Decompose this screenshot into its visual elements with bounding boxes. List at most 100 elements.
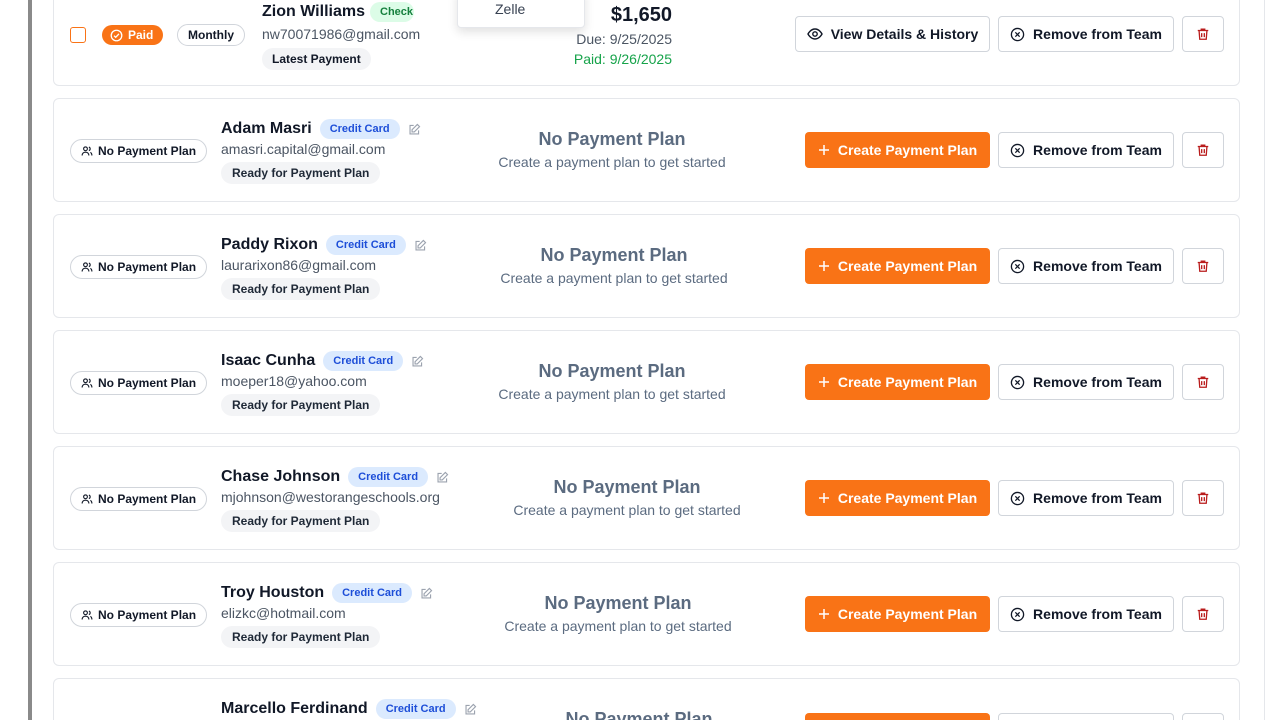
delete-button[interactable] [1182,16,1224,52]
no-plan-badge: No Payment Plan [70,603,208,627]
remove-label: Remove from Team [1033,490,1162,506]
remove-from-team-button[interactable]: Remove from Team [998,16,1174,52]
player-email: laurarixon86@gmail.com [221,257,377,273]
remove-from-team-button[interactable]: Remove from Team [998,480,1174,516]
player-name: Zion Williams [262,3,365,20]
users-icon [81,261,93,273]
remove-label: Remove from Team [1033,606,1162,622]
edit-icon[interactable] [408,123,421,136]
payment-method-badge: Credit Card [323,351,404,371]
users-icon [81,493,93,505]
no-plan-title: No Payment Plan [538,361,686,381]
no-plan-title: No Payment Plan [553,477,701,497]
edit-icon[interactable] [411,355,424,368]
scrollbar-track[interactable] [1264,0,1280,720]
view-details-button[interactable]: View Details & History [795,16,990,52]
no-plan-message: No Payment Plan Create a payment plan to… [469,245,759,286]
player-card: No Payment Plan Chase Johnson Credit Car… [53,446,1240,550]
payment-method-dropdown: Zelle [457,0,585,28]
no-plan-badge-label: No Payment Plan [98,608,197,622]
no-plan-badge-label: No Payment Plan [98,260,197,274]
no-plan-message: No Payment Plan Create a payment plan to… [473,593,763,634]
x-circle-icon [1010,375,1025,390]
remove-from-team-button[interactable]: Remove from Team [998,132,1174,168]
dropdown-option-zelle[interactable]: Zelle [495,1,525,17]
delete-button[interactable] [1182,132,1224,168]
payment-method-badge: Credit Card [319,119,400,139]
player-card: No Payment Plan Paddy Rixon Credit Card … [53,214,1240,318]
paid-status-badge: Paid [102,25,164,45]
trash-icon [1196,259,1210,273]
player-card: No Payment Plan Isaac Cunha Credit Card … [53,330,1240,434]
payment-method-badge: Check [370,2,414,22]
x-circle-icon [1010,491,1025,506]
no-plan-title: No Payment Plan [538,129,686,149]
create-payment-plan-button[interactable]: Create Payment Plan [805,480,990,516]
payment-method-badge: Credit Card [348,467,429,487]
x-circle-icon [1010,259,1025,274]
payment-method-badge: Credit Card [375,699,456,719]
trash-icon [1196,143,1210,157]
no-plan-badge-label: No Payment Plan [98,376,197,390]
edit-icon[interactable] [436,471,449,484]
player-email: nw70071986@gmail.com [262,26,421,42]
ready-tag: Ready for Payment Plan [221,278,381,300]
create-payment-plan-button[interactable]: Create Payment Plan [805,596,990,632]
no-plan-badge-label: No Payment Plan [98,144,197,158]
payment-method-badge: Credit Card [332,583,413,603]
player-card: Paid Monthly Zion Williams Check nw70071… [53,0,1240,86]
edit-icon[interactable] [420,587,433,600]
trash-icon [1196,27,1210,41]
player-name: Marcello Ferdinand [221,700,368,717]
delete-button[interactable] [1182,364,1224,400]
delete-button[interactable] [1182,713,1224,720]
users-icon [81,609,93,621]
no-plan-subtitle: Create a payment plan to get started [498,154,726,170]
create-label: Create Payment Plan [837,490,978,506]
payment-method-badge: Credit Card [325,235,406,255]
delete-button[interactable] [1182,596,1224,632]
remove-from-team-button[interactable]: Remove from Team [998,364,1174,400]
no-plan-message: No Payment Plan [494,709,784,720]
paid-status-label: Paid [128,28,154,42]
remove-from-team-button[interactable]: Remove from Team [998,596,1174,632]
player-card: Marcello Ferdinand Credit Card No Paymen… [53,678,1240,720]
create-payment-plan-button[interactable]: Create Payment Plan [805,364,990,400]
create-payment-plan-button[interactable]: Create Payment Plan [805,248,990,284]
player-name: Troy Houston [221,584,325,601]
eye-icon [806,26,823,42]
plus-icon [818,260,830,272]
delete-button[interactable] [1182,248,1224,284]
remove-label: Remove from Team [1033,374,1162,390]
edit-icon[interactable] [464,703,477,716]
no-plan-subtitle: Create a payment plan to get started [500,270,728,286]
no-plan-title: No Payment Plan [544,593,692,613]
check-circle-icon [110,29,123,42]
x-circle-icon [1010,607,1025,622]
player-email: elizkc@hotmail.com [221,605,346,621]
edit-icon[interactable] [414,239,427,252]
player-name: Isaac Cunha [221,352,316,369]
delete-button[interactable] [1182,480,1224,516]
create-payment-plan-button[interactable] [805,713,990,720]
remove-from-team-button[interactable] [998,713,1174,720]
plus-icon [818,492,830,504]
no-plan-title: No Payment Plan [540,245,688,265]
ready-tag: Ready for Payment Plan [221,510,381,532]
no-plan-subtitle: Create a payment plan to get started [504,618,732,634]
remove-label: Remove from Team [1033,258,1162,274]
trash-icon [1196,375,1210,389]
create-payment-plan-button[interactable]: Create Payment Plan [805,132,990,168]
player-list: Paid Monthly Zion Williams Check nw70071… [53,0,1240,720]
remove-from-team-button[interactable]: Remove from Team [998,248,1174,284]
due-date: Due: 9/25/2025 [576,31,672,47]
plus-icon [818,608,830,620]
player-email: mjohnson@westorangeschools.org [221,489,440,505]
select-checkbox[interactable] [70,27,86,43]
player-name: Paddy Rixon [221,236,318,253]
frequency-badge: Monthly [177,24,245,46]
view-details-label: View Details & History [830,26,979,42]
x-circle-icon [1010,27,1025,42]
no-plan-message: No Payment Plan Create a payment plan to… [467,361,757,402]
create-label: Create Payment Plan [837,258,978,274]
